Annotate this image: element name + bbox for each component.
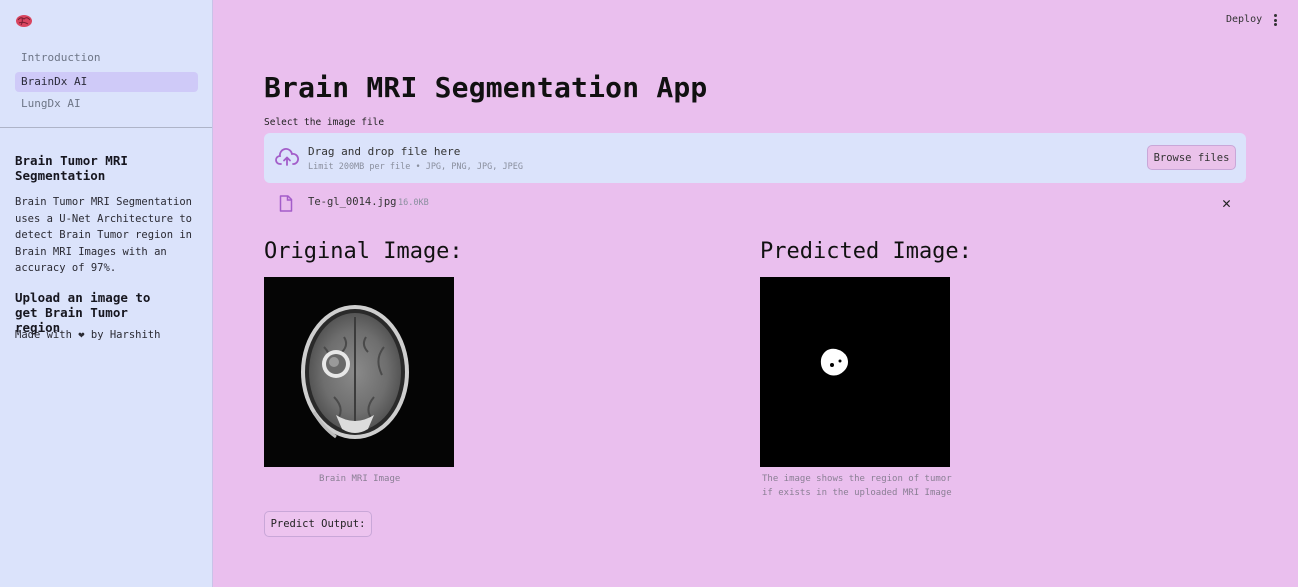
uploader-label: Select the image file <box>264 117 385 128</box>
predict-output-button[interactable]: Predict Output: <box>264 511 372 537</box>
file-dropzone[interactable]: Drag and drop file here Limit 200MB per … <box>264 133 1246 183</box>
made-with-credit: Made with ❤ by Harshith <box>15 329 160 341</box>
kebab-menu-icon[interactable] <box>1270 14 1280 26</box>
brain-icon <box>16 15 32 27</box>
sidebar-item-introduction[interactable]: Introduction <box>15 48 198 68</box>
predicted-mask-image <box>760 277 950 467</box>
predicted-image-heading: Predicted Image: <box>760 239 972 264</box>
deploy-button[interactable]: Deploy <box>1226 14 1262 25</box>
dropzone-instructions: Drag and drop file here <box>308 145 461 158</box>
predicted-caption-line1: The image shows the region of tumor <box>762 474 952 484</box>
page-title: Brain MRI Segmentation App <box>264 71 708 104</box>
sidebar-item-braindx-ai[interactable]: BrainDx AI <box>15 72 198 92</box>
sidebar: Introduction BrainDx AI LungDx AI Brain … <box>0 0 213 587</box>
browse-files-button[interactable]: Browse files <box>1147 145 1236 170</box>
sidebar-description: Brain Tumor MRI Segmentation uses a U-Ne… <box>15 196 193 274</box>
made-with-suffix: by Harshith <box>90 329 161 341</box>
uploaded-file-size: 16.0KB <box>398 198 429 208</box>
file-icon <box>279 195 293 212</box>
cloud-upload-icon <box>275 148 299 166</box>
original-image-caption: Brain MRI Image <box>319 474 401 484</box>
predicted-caption-line2: if exists in the uploaded MRI Image <box>762 488 952 498</box>
dropzone-limit: Limit 200MB per file • JPG, PNG, JPG, JP… <box>308 162 523 172</box>
original-image-heading: Original Image: <box>264 239 463 264</box>
heart-icon: ❤ <box>78 329 85 341</box>
made-with-prefix: Made with <box>15 329 72 341</box>
sidebar-divider <box>0 127 212 128</box>
sidebar-item-lungdx-ai[interactable]: LungDx AI <box>15 94 198 114</box>
close-icon[interactable]: ✕ <box>1222 194 1231 212</box>
sidebar-heading: Brain Tumor MRI Segmentation <box>15 153 128 183</box>
predicted-image-caption: The image shows the region of tumor if e… <box>762 472 952 500</box>
uploaded-file-name: Te-gl_0014.jpg <box>308 196 397 208</box>
original-mri-image <box>264 277 454 467</box>
